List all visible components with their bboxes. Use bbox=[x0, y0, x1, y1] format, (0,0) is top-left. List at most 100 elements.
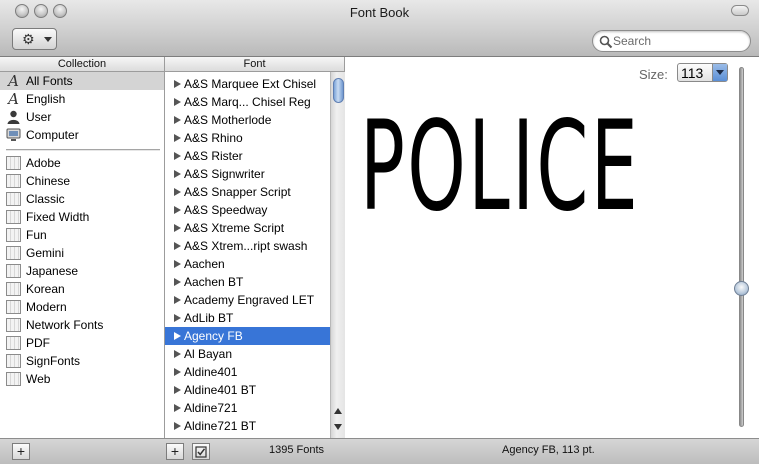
disclosure-triangle-icon[interactable] bbox=[174, 116, 181, 124]
font-row[interactable]: Aldine721 bbox=[165, 399, 330, 417]
collection-item-network-fonts[interactable]: Network Fonts bbox=[0, 316, 164, 334]
toolbar-toggle-button[interactable] bbox=[731, 5, 749, 16]
font-row[interactable]: A&S Snapper Script bbox=[165, 183, 330, 201]
enable-font-button[interactable] bbox=[192, 443, 210, 460]
search-input[interactable] bbox=[613, 33, 743, 49]
add-collection-button[interactable]: + bbox=[12, 443, 30, 460]
size-combobox[interactable]: 113 bbox=[677, 63, 728, 82]
font-row[interactable]: Al Bayan bbox=[165, 345, 330, 363]
gear-icon: ⚙ bbox=[22, 31, 35, 47]
disclosure-triangle-icon[interactable] bbox=[174, 98, 181, 106]
size-slider-track[interactable] bbox=[739, 67, 744, 427]
disclosure-triangle-icon[interactable] bbox=[174, 422, 181, 430]
font-row[interactable]: A&S Rhino bbox=[165, 129, 330, 147]
disclosure-triangle-icon[interactable] bbox=[174, 80, 181, 88]
font-row[interactable]: A&S Motherlode bbox=[165, 111, 330, 129]
add-font-button[interactable]: + bbox=[166, 443, 184, 460]
font-row[interactable]: Aldine401 BT bbox=[165, 381, 330, 399]
disclosure-triangle-icon[interactable] bbox=[174, 134, 181, 142]
action-menu-button[interactable]: ⚙ bbox=[12, 28, 57, 50]
font-name: A&S Xtrem...ript swash bbox=[184, 239, 308, 253]
bottom-bar: + + 1395 Fonts Agency FB, 113 pt. bbox=[0, 438, 759, 464]
font-row-selected[interactable]: Agency FB bbox=[165, 327, 330, 345]
collection-item-all-fonts[interactable]: A All Fonts bbox=[0, 72, 164, 90]
font-name: Al Bayan bbox=[184, 347, 233, 361]
disclosure-triangle-icon[interactable] bbox=[174, 350, 181, 358]
collection-item-label: Fixed Width bbox=[26, 210, 90, 224]
collection-item-classic[interactable]: Classic bbox=[0, 190, 164, 208]
disclosure-triangle-icon[interactable] bbox=[174, 170, 181, 178]
collection-item-label: Network Fonts bbox=[26, 318, 104, 332]
collection-item-modern[interactable]: Modern bbox=[0, 298, 164, 316]
font-row[interactable]: A&S Marq... Chisel Reg bbox=[165, 93, 330, 111]
disclosure-triangle-icon[interactable] bbox=[174, 242, 181, 250]
selection-info: Agency FB, 113 pt. bbox=[502, 444, 595, 456]
font-row[interactable]: Aldine721 BT bbox=[165, 417, 330, 435]
scrollbar-thumb[interactable] bbox=[333, 78, 344, 103]
book-icon bbox=[6, 282, 21, 296]
font-row[interactable]: A&S Rister bbox=[165, 147, 330, 165]
font-row[interactable]: A&S Marquee Ext Chisel bbox=[165, 75, 330, 93]
disclosure-triangle-icon[interactable] bbox=[174, 404, 181, 412]
collection-item-adobe[interactable]: Adobe bbox=[0, 154, 164, 172]
collection-item-fixed-width[interactable]: Fixed Width bbox=[0, 208, 164, 226]
disclosure-triangle-icon[interactable] bbox=[174, 188, 181, 196]
collection-item-korean[interactable]: Korean bbox=[0, 280, 164, 298]
collection-column-header: Collection bbox=[0, 57, 165, 72]
font-name: A&S Snapper Script bbox=[184, 185, 291, 199]
font-name: Aldine721 BT bbox=[184, 419, 257, 433]
collection-item-web[interactable]: Web bbox=[0, 370, 164, 388]
collection-item-chinese[interactable]: Chinese bbox=[0, 172, 164, 190]
font-name: A&S Rister bbox=[184, 149, 243, 163]
font-row[interactable]: Academy Engraved LET bbox=[165, 291, 330, 309]
disclosure-triangle-icon[interactable] bbox=[174, 224, 181, 232]
font-name: A&S Signwriter bbox=[184, 167, 265, 181]
disclosure-triangle-icon[interactable] bbox=[174, 260, 181, 268]
disclosure-triangle-icon[interactable] bbox=[174, 332, 181, 340]
disclosure-triangle-icon[interactable] bbox=[174, 314, 181, 322]
collection-item-english[interactable]: A English bbox=[0, 90, 164, 108]
collection-item-label: Korean bbox=[26, 282, 65, 296]
collection-item-japanese[interactable]: Japanese bbox=[0, 262, 164, 280]
disclosure-triangle-icon[interactable] bbox=[174, 278, 181, 286]
size-dropdown-button[interactable] bbox=[712, 64, 727, 81]
book-icon bbox=[6, 246, 21, 260]
scroll-down-arrow-icon[interactable] bbox=[334, 424, 342, 430]
collection-item-label: Chinese bbox=[26, 174, 71, 188]
book-icon bbox=[6, 354, 21, 368]
font-row[interactable]: A&S Xtrem...ript swash bbox=[165, 237, 330, 255]
font-row[interactable]: AdLib BT bbox=[165, 309, 330, 327]
book-icon bbox=[6, 264, 21, 278]
size-value[interactable]: 113 bbox=[681, 65, 703, 81]
disclosure-triangle-icon[interactable] bbox=[174, 152, 181, 160]
disclosure-triangle-icon[interactable] bbox=[174, 296, 181, 304]
disclosure-triangle-icon[interactable] bbox=[174, 386, 181, 394]
collection-item-user[interactable]: User bbox=[0, 108, 164, 126]
font-row[interactable]: Aachen bbox=[165, 255, 330, 273]
font-name: A&S Speedway bbox=[184, 203, 268, 217]
font-row[interactable]: A&S Xtreme Script bbox=[165, 219, 330, 237]
font-name: Agency FB bbox=[184, 329, 243, 343]
scroll-up-arrow-icon[interactable] bbox=[334, 408, 342, 414]
disclosure-triangle-icon[interactable] bbox=[174, 206, 181, 214]
collection-item-signfonts[interactable]: SignFonts bbox=[0, 352, 164, 370]
font-sample-text: POLICE bbox=[360, 95, 641, 239]
collection-item-computer[interactable]: Computer bbox=[0, 126, 164, 144]
size-slider-knob[interactable] bbox=[734, 281, 749, 296]
collection-item-gemini[interactable]: Gemini bbox=[0, 244, 164, 262]
collection-item-label: Classic bbox=[26, 192, 65, 206]
collection-item-label: Modern bbox=[26, 300, 67, 314]
font-list-scrollbar[interactable] bbox=[330, 72, 345, 438]
font-list[interactable]: A&S Marquee Ext Chisel A&S Marq... Chise… bbox=[165, 72, 345, 438]
font-icon: A bbox=[8, 72, 19, 90]
font-row[interactable]: A&S Signwriter bbox=[165, 165, 330, 183]
search-field[interactable] bbox=[592, 30, 751, 52]
disclosure-triangle-icon[interactable] bbox=[174, 368, 181, 376]
collection-list[interactable]: A All Fonts A English User Computer Adob… bbox=[0, 72, 165, 438]
font-row[interactable]: A&S Speedway bbox=[165, 201, 330, 219]
collection-item-pdf[interactable]: PDF bbox=[0, 334, 164, 352]
font-row[interactable]: Aldine401 bbox=[165, 363, 330, 381]
font-row[interactable]: Aachen BT bbox=[165, 273, 330, 291]
computer-icon bbox=[6, 128, 21, 141]
collection-item-fun[interactable]: Fun bbox=[0, 226, 164, 244]
